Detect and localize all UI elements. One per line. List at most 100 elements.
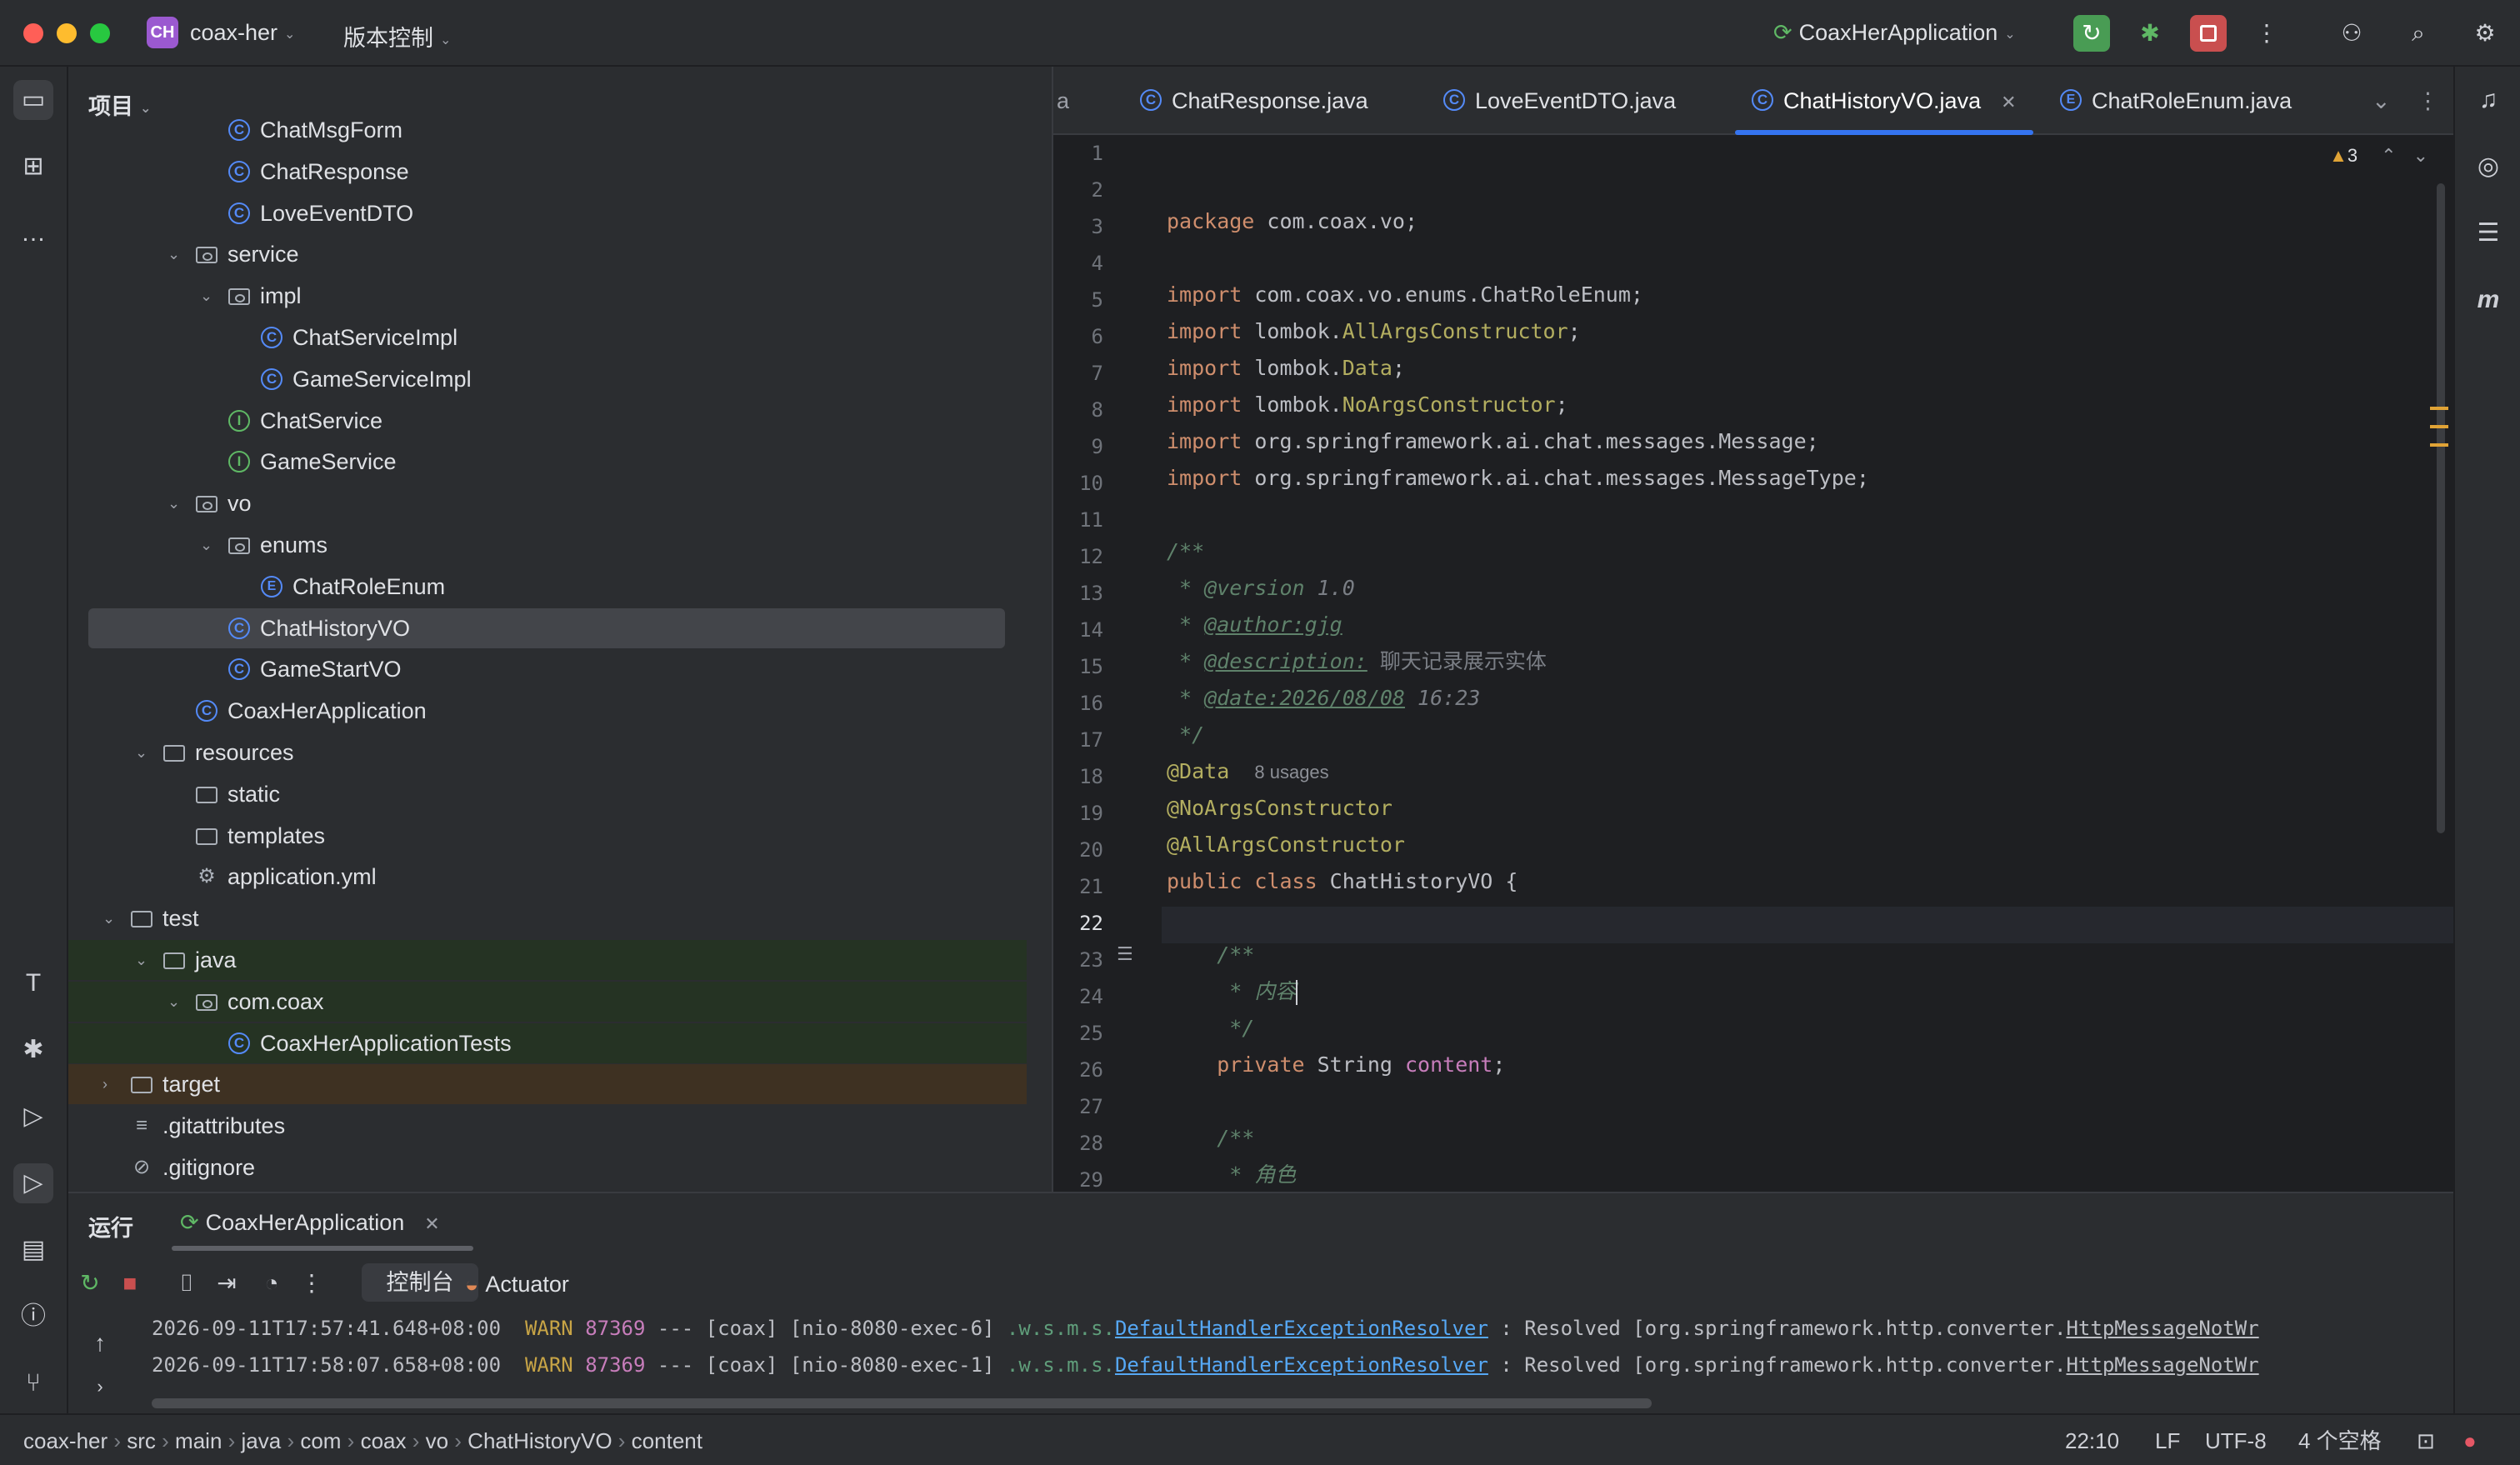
database-icon[interactable]: ☰ [2468, 213, 2508, 253]
tree-item-chatresponse[interactable]: C ChatResponse [68, 152, 1027, 192]
breadcrumb-item[interactable]: coax-her [23, 1428, 108, 1453]
line-separator[interactable]: LF [2155, 1415, 2180, 1465]
more-actions-icon[interactable]: ⋮ [2248, 15, 2285, 52]
editor-tab-active[interactable]: C ChatHistoryVO.java ✕ [1735, 67, 2033, 135]
editor-tab[interactable]: a [1057, 67, 1069, 135]
chevron-right-icon[interactable]: › [102, 1064, 108, 1104]
build-hammer-icon[interactable]: T [13, 963, 53, 1003]
tree-item-gameservice[interactable]: I GameService [68, 442, 1027, 482]
warning-stripe-marker[interactable] [2430, 443, 2448, 447]
project-selector[interactable]: coax-her ⌄ [190, 20, 295, 46]
tree-item-impl[interactable]: ⌄ impl [68, 276, 1027, 316]
profiler-icon[interactable]: ◔ [257, 1268, 287, 1298]
tree-item-coaxherapplicationtests[interactable]: C CoaxHerApplicationTests [68, 1022, 1027, 1063]
stop-icon[interactable]: ■ [115, 1268, 145, 1298]
tree-item-application-yml[interactable]: ⚙ application.yml [68, 857, 1027, 897]
tree-item-coaxherapplication[interactable]: C CoaxHerApplication [68, 691, 1027, 731]
warning-stripe-marker[interactable] [2430, 407, 2448, 410]
chevron-down-icon[interactable]: ⌄ [168, 982, 180, 1022]
tree-item-service[interactable]: ⌄ service [68, 234, 1027, 274]
editor-tab[interactable]: C LoveEventDTO.java [1443, 67, 1676, 135]
tree-item-chatroleenum[interactable]: E ChatRoleEnum [68, 567, 1027, 607]
caret-position[interactable]: 22:10 [2065, 1415, 2119, 1465]
breadcrumb-item[interactable]: ChatHistoryVO [468, 1428, 612, 1453]
tree-item-templates[interactable]: templates [68, 816, 1027, 856]
minimize-window-button[interactable] [57, 23, 77, 43]
tree-item-vo[interactable]: ⌄ vo [68, 483, 1027, 523]
tab-list-chevron-icon[interactable]: ⌄ [2372, 67, 2391, 135]
tree-item-gameserviceimpl[interactable]: C GameServiceImpl [68, 359, 1027, 399]
notifications-bell-icon[interactable]: ♫ [2468, 80, 2508, 120]
zoom-window-button[interactable] [90, 23, 110, 43]
run-config-tab[interactable]: ⟳ CoaxHerApplication ✕ [172, 1210, 473, 1251]
tree-item-test[interactable]: ⌄ test [68, 898, 1027, 938]
tree-item-chatmsgform[interactable]: C ChatMsgForm [68, 110, 1027, 150]
rerun-icon[interactable]: ↻ [75, 1268, 105, 1298]
export-icon[interactable]: ⇥ [212, 1268, 242, 1298]
file-encoding[interactable]: UTF-8 [2205, 1415, 2267, 1465]
screenshot-camera-icon[interactable]: ⌷ [172, 1268, 202, 1298]
close-window-button[interactable] [23, 23, 43, 43]
warning-stripe-marker[interactable] [2430, 425, 2448, 428]
scroll-up-icon[interactable]: ↑ [85, 1328, 115, 1358]
error-report-icon[interactable]: ● [2463, 1415, 2477, 1465]
tree-item-resources[interactable]: ⌄ resources [68, 732, 1027, 772]
search-icon[interactable]: ⌕ [2400, 15, 2437, 52]
breadcrumb-item[interactable]: java [242, 1428, 282, 1453]
chevron-down-icon[interactable]: ⌄ [135, 940, 148, 980]
chevron-down-icon[interactable]: ⌄ [168, 234, 180, 274]
console-tab[interactable]: 控制台 [362, 1263, 478, 1302]
console-horizontal-scrollbar[interactable] [152, 1398, 1652, 1408]
more-tools-icon[interactable]: … [13, 213, 53, 253]
actuator-tab[interactable]: ◒ Actuator [465, 1272, 569, 1298]
vcs-menu[interactable]: 版本控制 ⌄ [343, 20, 451, 52]
breadcrumb-item[interactable]: content [632, 1428, 702, 1453]
next-highlight-icon[interactable]: ⌄ [2413, 145, 2428, 166]
breadcrumb-item[interactable]: main [175, 1428, 222, 1453]
tree-item-gitattributes[interactable]: ≡ .gitattributes [68, 1106, 1027, 1146]
tree-item-chathistoryvo[interactable]: C ChatHistoryVO [68, 608, 1027, 648]
lock-icon[interactable]: ⊡ [2417, 1415, 2435, 1465]
tree-item-loveeventdto[interactable]: C LoveEventDTO [68, 193, 1027, 233]
project-folder-icon[interactable]: ▭ [13, 80, 53, 120]
breadcrumb-item[interactable]: coax [361, 1428, 407, 1453]
chevron-down-icon[interactable]: ⌄ [200, 525, 212, 565]
tree-item-target[interactable]: › target [68, 1064, 1027, 1105]
rerun-icon[interactable]: ↻ [2073, 15, 2110, 52]
run-icon[interactable]: ▷ [13, 1163, 53, 1203]
debug-icon[interactable]: ✱ [2132, 15, 2168, 52]
breadcrumb-item[interactable]: src [127, 1428, 156, 1453]
indent-setting[interactable]: 4 个空格 [2298, 1415, 2382, 1465]
doc-render-icon[interactable]: ☰ [1117, 943, 1133, 965]
add-user-icon[interactable]: ⚇ [2333, 15, 2370, 52]
stop-button[interactable] [2190, 15, 2227, 52]
editor-tab[interactable]: C ChatResponse.java [1140, 67, 1368, 135]
breadcrumb-item[interactable]: vo [426, 1428, 448, 1453]
chevron-down-icon[interactable]: ⌄ [168, 483, 180, 523]
close-tab-icon[interactable]: ✕ [2001, 92, 2016, 112]
problems-icon[interactable]: ⓘ [13, 1297, 53, 1337]
project-badge[interactable]: CH [147, 17, 178, 48]
editor-scrollbar[interactable] [2437, 183, 2445, 833]
tab-more-icon[interactable]: ⋮ [2417, 67, 2439, 135]
maven-icon[interactable]: m [2468, 280, 2508, 320]
usages-hint[interactable]: 8 usages [1254, 762, 1328, 782]
chevron-down-icon[interactable]: ⌄ [102, 898, 115, 938]
tree-item-com-coax[interactable]: ⌄ com.coax [68, 981, 1027, 1022]
tree-item-gitignore[interactable]: ⊘ .gitignore [68, 1148, 1027, 1188]
structure-icon[interactable]: ⊞ [13, 147, 53, 187]
tree-item-enums[interactable]: ⌄ enums [68, 525, 1027, 565]
tree-item-chatserviceimpl[interactable]: C ChatServiceImpl [68, 318, 1027, 358]
ai-assistant-icon[interactable]: ◎ [2468, 147, 2508, 187]
chevron-down-icon[interactable]: ⌄ [135, 732, 148, 772]
tree-item-gamestartvo[interactable]: C GameStartVO [68, 649, 1027, 689]
prev-highlight-icon[interactable]: ⌃ [2381, 145, 2396, 166]
tree-item-static[interactable]: static [68, 774, 1027, 814]
git-branch-icon[interactable]: ⑂ [13, 1363, 53, 1403]
settings-gear-icon[interactable]: ⚙ [2467, 15, 2503, 52]
more-icon[interactable]: ⋮ [297, 1268, 327, 1298]
breadcrumb-item[interactable]: com [300, 1428, 341, 1453]
services-icon[interactable]: ▷ [13, 1097, 53, 1137]
editor-tab[interactable]: E ChatRoleEnum.java [2060, 67, 2292, 135]
tree-item-chatservice[interactable]: I ChatService [68, 401, 1027, 441]
